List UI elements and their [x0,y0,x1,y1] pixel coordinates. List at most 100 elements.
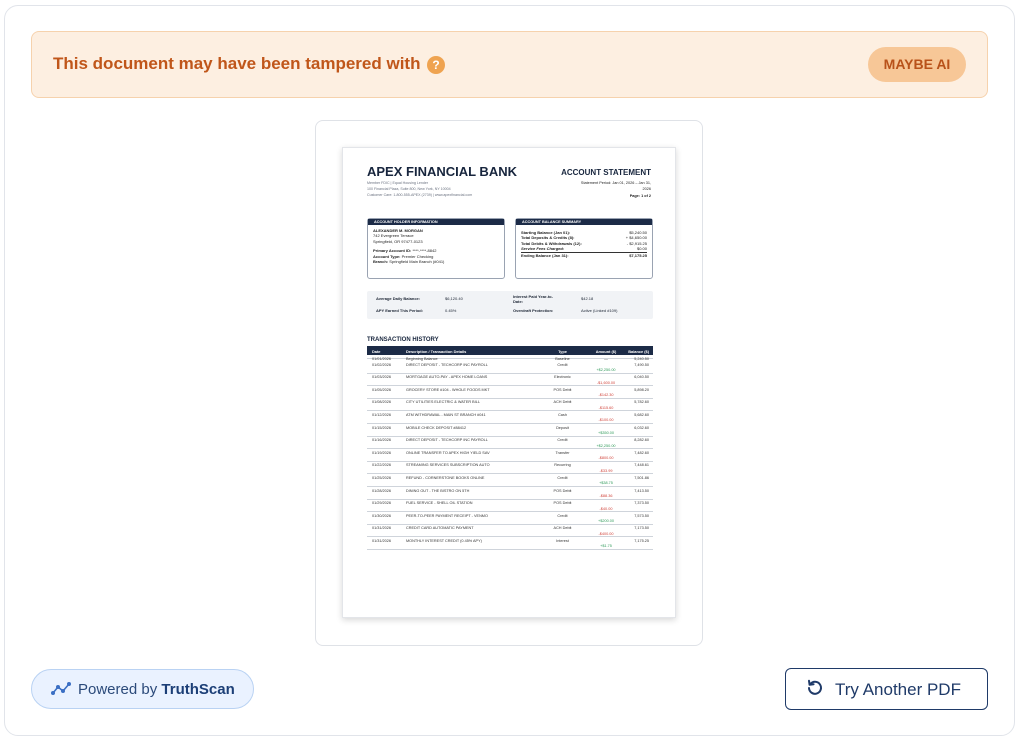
tx-date: 01/01/2026 [372,356,392,361]
tx-balance: 5,782.60 [634,400,649,405]
powered-by-label: Powered by TruthScan [78,681,235,698]
tx-amount: +$350.00 [598,431,614,435]
account-metrics-strip: Average Daily Balance: $6,120.40 APY Ear… [367,291,653,319]
tx-type: Cash [558,412,567,417]
transaction-row: 01/16/2026 DIRECT DEPOSIT - TECHCORP INC … [367,437,653,450]
tx-date: 01/28/2026 [372,488,392,493]
tx-amount: -$800.00 [598,456,614,461]
account-type-value: Premier Checking [401,253,434,259]
tx-type: Credit [557,513,568,518]
transaction-row: 01/31/2026 CREDIT CARD AUTOMATIC PAYMENT A… [367,525,653,538]
tx-description: DIRECT DEPOSIT - TECHCORP INC PAYROLL [406,362,488,367]
tx-date: 01/02/2026 [372,362,392,367]
statement-period: Statement Period: Jan 01, 2026 – Jan 31, [580,181,651,185]
bank-name: APEX FINANCIAL BANK [367,164,517,179]
tx-date: 01/31/2026 [372,538,392,543]
tx-type: POS Debit [553,387,572,392]
tx-description: CITY UTILITIES ELECTRIC & WATER BILL [406,400,480,405]
tx-type: POS Debit [553,501,572,506]
transaction-row: 01/15/2026 MOBILE CHECK DEPOSIT #88412 Dep… [367,424,653,437]
document-page-preview: APEX FINANCIAL BANK Member FDIC | Equal … [342,147,676,618]
transaction-row: 01/25/2026 REFUND - CORNERSTONE BOOKS ONL… [367,474,653,487]
tx-date: 01/30/2026 [372,513,392,518]
tx-description: PEER-TO-PEER PAYMENT RECEIPT - VENMO [406,513,488,518]
tx-balance: 5,898.20 [634,387,649,392]
tx-description: FUEL SERVICE - SHELL OIL STATION [406,501,473,506]
tx-type: Transfer [555,450,570,455]
tx-description: MORTGAGE AUTO-PAY - APEX HOME LOANS [406,375,488,380]
tx-description: MONTHLY INTEREST CREDIT (0.45% APY) [406,538,482,543]
avg-balance-value: $6,120.40 [445,296,463,301]
tx-date: 01/08/2026 [372,400,392,405]
account-id-label: Primary Account ID: [373,248,412,254]
transaction-row: 01/01/2026 Beginning Balance Baseline — 5,24… [367,355,653,361]
statement-period-year: 2026 [642,187,651,191]
branch-value: Springfield Main Branch (#041) [389,259,445,265]
transaction-row: 01/08/2026 CITY UTILITIES ELECTRIC & WATE… [367,399,653,412]
tx-amount: +$1.75 [600,544,612,549]
warning-message: This document may have been tampered wit… [53,54,421,73]
tx-type: Deposit [556,425,569,430]
overdraft-label: Overdraft Protection: [513,308,554,313]
col-type: Type [558,348,567,354]
account-id-value: ****-****-8842 [412,248,437,254]
verdict-badge: MAYBE AI [868,47,966,82]
transaction-row: 01/19/2026 ONLINE TRANSFER TO APEX HIGH Y… [367,449,653,462]
tx-type: Baseline [555,356,570,361]
tamper-warning-banner: This document may have been tampered wit… [31,31,988,98]
tx-balance: 7,173.50 [634,526,649,531]
tx-amount: +$2,250.00 [596,443,616,448]
tx-date: 01/29/2026 [372,501,392,506]
interest-ytd-value: $42.18 [581,296,594,301]
transaction-table-header: Date Description / Transaction Details T… [367,346,653,355]
tx-description: STREAMING SERVICES SUBSCRIPTION AUTO [406,463,490,468]
col-description: Description / Transaction Details [406,348,467,354]
tx-balance: 5,682.60 [634,412,649,417]
tx-date: 01/31/2026 [372,526,392,531]
tx-date: 01/16/2026 [372,438,392,443]
truthscan-logo-icon [51,682,71,701]
tx-type: ACH Debit [553,400,572,405]
interest-ytd-label-2: Date: [513,299,524,304]
powered-by-truthscan-link[interactable]: Powered by TruthScan [31,669,254,709]
tx-amount: -$100.00 [598,418,614,423]
transaction-history-title: TRANSACTION HISTORY [367,337,439,343]
col-amount: Amount ($) [595,348,617,354]
try-another-pdf-button[interactable]: Try Another PDF [785,668,988,710]
account-holder-box: ACCOUNT HOLDER INFORMATION ALEXANDER M. … [367,218,505,279]
help-icon[interactable]: ? [427,56,445,74]
tx-date: 01/05/2026 [372,387,392,392]
statement-title: ACCOUNT STATEMENT [561,168,651,177]
tx-balance: 6,032.60 [634,425,649,430]
tx-balance: 6,040.50 [634,375,649,380]
tx-balance: 5,240.50 [634,356,649,361]
tx-description: REFUND - CORNERSTONE BOOKS ONLINE [406,475,485,480]
tx-type: Credit [557,438,568,443]
tx-amount: +$38.75 [599,481,613,486]
tx-balance: 7,175.25 [634,538,649,543]
transaction-row: 01/03/2026 MORTGAGE AUTO-PAY - APEX HOME … [367,374,653,387]
tx-type: Credit [557,362,568,367]
tx-description: DIRECT DEPOSIT - TECHCORP INC PAYROLL [406,438,488,443]
tx-amount: -$88.36 [599,494,613,498]
apy-label: APY Earned This Period: [376,308,424,313]
avg-balance-label: Average Daily Balance: [376,296,421,301]
branch-label: Branch: [373,259,389,265]
tx-balance: 7,413.50 [634,488,649,493]
transaction-row: 01/28/2026 DINING OUT - THE BISTRO ON 5TH… [367,487,653,500]
tx-amount: -$115.60 [598,405,614,410]
tx-type: Interest [556,538,569,543]
tx-balance: 7,373.50 [634,501,649,506]
transaction-row: 01/29/2026 FUEL SERVICE - SHELL OIL STATI… [367,500,653,513]
tx-type: Electronic [554,375,571,380]
reload-icon [806,679,824,702]
try-another-pdf-label: Try Another PDF [835,680,961,699]
tx-date: 01/12/2026 [372,412,392,417]
tx-amount: +$2,250.00 [596,368,616,372]
overdraft-value: Active (Linked #109) [581,308,618,313]
tx-balance: 7,501.86 [634,475,649,480]
transaction-row: 01/12/2026 ATM WITHDRAWAL - MAIN ST BRANC… [367,411,653,424]
transaction-row: 01/02/2026 DIRECT DEPOSIT - TECHCORP INC … [367,361,653,374]
tx-description: ONLINE TRANSFER TO APEX HIGH YIELD SAV [406,450,490,455]
col-date: Date [372,348,381,354]
